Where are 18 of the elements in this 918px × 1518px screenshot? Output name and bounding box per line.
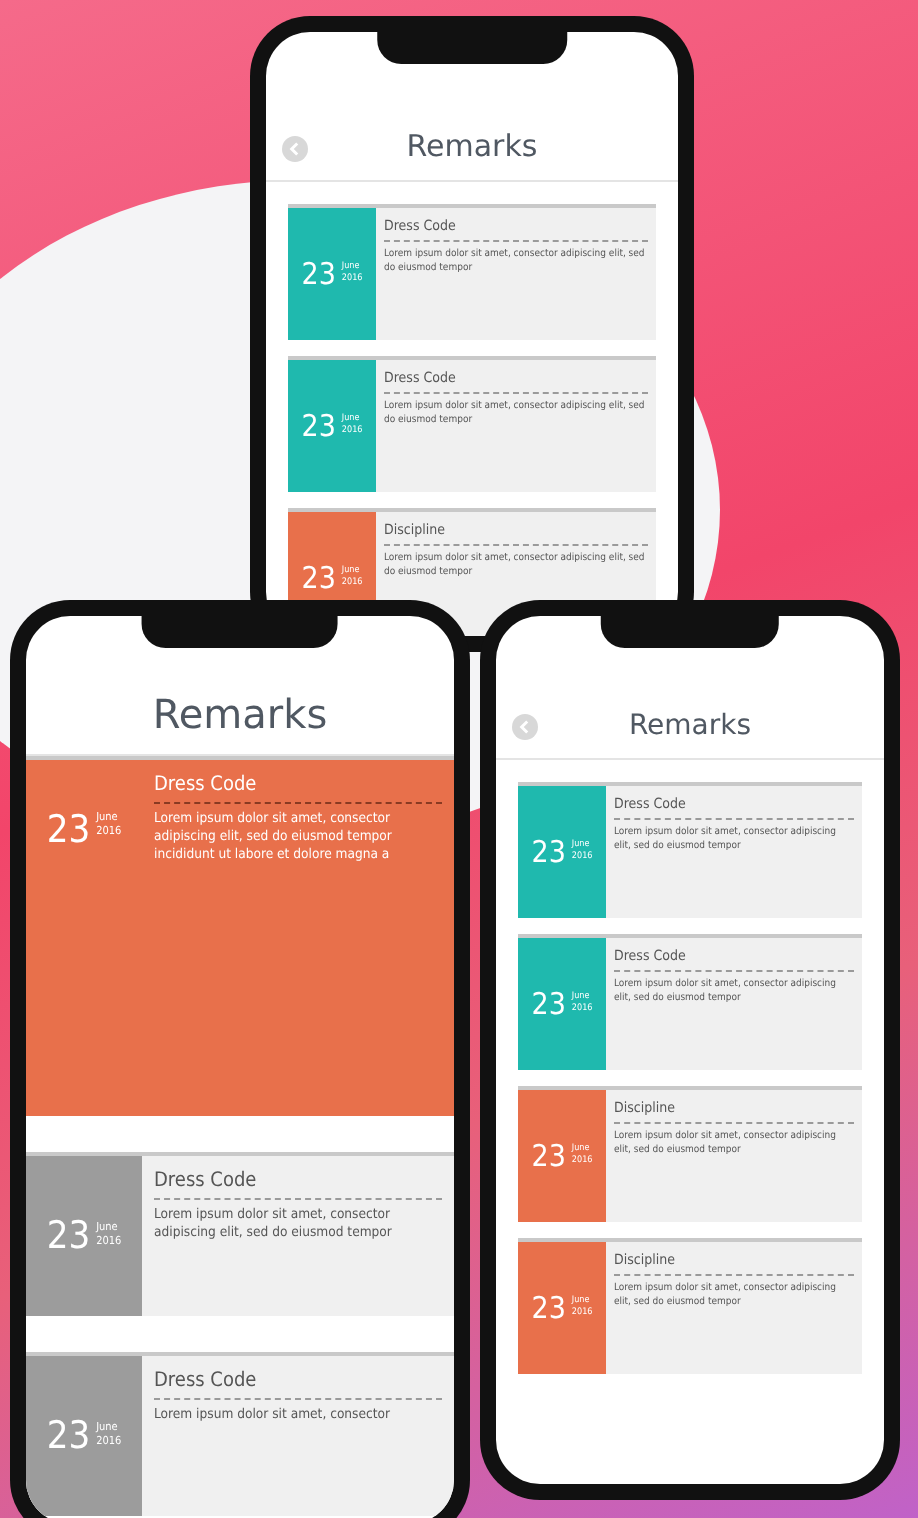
date-day: 23 [531, 989, 566, 1019]
date-day: 23 [531, 1293, 566, 1323]
date-day: 23 [531, 837, 566, 867]
back-icon[interactable] [512, 714, 538, 740]
screen-title: Remarks [152, 690, 328, 738]
date-day: 23 [301, 259, 336, 289]
date-day: 23 [301, 411, 336, 441]
card-title: Dress Code [154, 1370, 442, 1400]
screen-title: Remarks [628, 710, 752, 742]
date-day: 23 [301, 563, 336, 593]
back-icon[interactable] [282, 136, 308, 162]
card-title: Dress Code [154, 1170, 442, 1200]
date-day: 23 [46, 812, 91, 850]
screen-title: Remarks [406, 128, 538, 164]
date-day: 23 [46, 1217, 91, 1255]
date-day: 23 [531, 1141, 566, 1171]
date-day: 23 [46, 1417, 91, 1455]
card-title: Dress Code [154, 774, 442, 804]
